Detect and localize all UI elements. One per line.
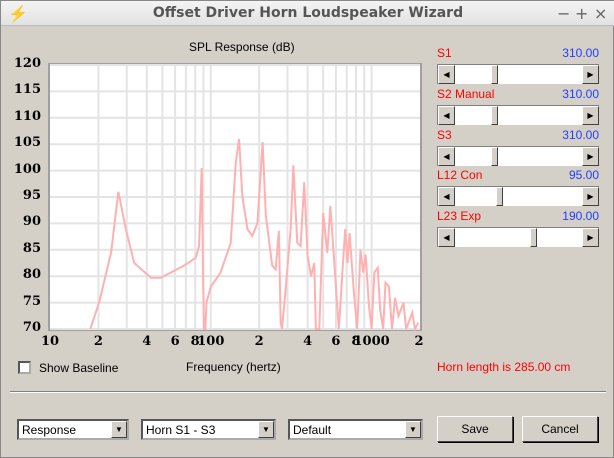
x-tick-label: 100 bbox=[197, 334, 225, 349]
cancel-button[interactable]: Cancel bbox=[522, 416, 598, 442]
y-tick-label: 105 bbox=[13, 135, 41, 151]
slider-thumb[interactable] bbox=[530, 228, 538, 248]
slider-thumb[interactable] bbox=[496, 187, 504, 207]
slider-thumb[interactable] bbox=[491, 105, 499, 125]
window-title: Offset Driver Horn Loudspeaker Wizard bbox=[152, 5, 464, 21]
x-tick-label: 2 bbox=[93, 334, 103, 349]
show-baseline-checkbox[interactable] bbox=[18, 361, 31, 374]
param-slider-s3[interactable]: ◀ ▶ bbox=[437, 145, 599, 166]
param-label-s2: S2 Manual 310.00 bbox=[437, 87, 599, 101]
maximize-button[interactable]: + bbox=[575, 4, 588, 23]
arrow-left-icon[interactable]: ◀ bbox=[438, 187, 455, 207]
save-button[interactable]: Save bbox=[437, 416, 513, 442]
arrow-left-icon[interactable]: ◀ bbox=[438, 228, 455, 248]
param-value: 310.00 bbox=[562, 46, 599, 60]
param-name: S3 bbox=[437, 127, 452, 142]
x-tick-label: 6 bbox=[170, 334, 180, 349]
y-tick-label: 70 bbox=[22, 320, 41, 335]
minimize-button[interactable]: − bbox=[557, 4, 570, 23]
param-slider-s1[interactable]: ◀ ▶ bbox=[437, 64, 599, 84]
y-tick-label: 95 bbox=[22, 188, 41, 203]
y-tick-label: 75 bbox=[22, 293, 41, 309]
arrow-left-icon[interactable]: ◀ bbox=[438, 105, 455, 125]
chart-title: SPL Response (dB) bbox=[189, 40, 295, 54]
param-label-s1: S1 310.00 bbox=[437, 46, 599, 60]
param-mode: Con bbox=[460, 168, 483, 183]
y-tick-label: 120 bbox=[13, 56, 41, 71]
slider-thumb[interactable] bbox=[491, 65, 499, 84]
param-value: 310.00 bbox=[562, 127, 599, 142]
y-tick-label: 110 bbox=[13, 108, 41, 124]
chevron-down-icon[interactable]: ▼ bbox=[111, 421, 127, 438]
arrow-left-icon[interactable]: ◀ bbox=[438, 65, 455, 84]
y-tick-label: 115 bbox=[13, 82, 41, 98]
x-tick-label: 4 bbox=[142, 334, 152, 349]
show-baseline-label[interactable]: Show Baseline bbox=[39, 361, 118, 375]
horn-select-value: Horn S1 - S3 bbox=[146, 423, 216, 437]
x-tick-label: 1000 bbox=[353, 334, 390, 349]
divider bbox=[10, 391, 606, 393]
param-value: 190.00 bbox=[562, 209, 599, 224]
param-mode: Manual bbox=[455, 86, 495, 101]
param-slider-l12[interactable]: ◀ ▶ bbox=[437, 186, 599, 207]
view-select[interactable]: Response ▼ bbox=[17, 419, 129, 440]
param-name: L12 bbox=[437, 168, 458, 183]
x-tick-label: 10 bbox=[40, 334, 60, 349]
param-label-l23: L23 Exp 190.00 bbox=[437, 209, 599, 223]
param-name: S1 bbox=[437, 46, 452, 60]
param-value: 95.00 bbox=[568, 168, 599, 183]
x-tick-label: 2 bbox=[414, 334, 424, 349]
x-tick-label: 2 bbox=[254, 334, 264, 349]
preset-select-value: Default bbox=[293, 423, 332, 437]
spl-chart bbox=[48, 63, 422, 331]
chevron-down-icon[interactable]: ▼ bbox=[258, 421, 274, 438]
y-tick-label: 85 bbox=[22, 240, 41, 256]
arrow-left-icon[interactable]: ◀ bbox=[438, 146, 455, 166]
arrow-right-icon[interactable]: ▶ bbox=[582, 65, 599, 84]
arrow-right-icon[interactable]: ▶ bbox=[582, 228, 599, 248]
param-value: 310.00 bbox=[562, 86, 599, 101]
param-mode: Exp bbox=[460, 209, 482, 224]
param-slider-s2[interactable]: ◀ ▶ bbox=[437, 104, 599, 125]
param-label-l12: L12 Con 95.00 bbox=[437, 168, 599, 182]
x-tick-label: 4 bbox=[303, 334, 313, 349]
slider-thumb[interactable] bbox=[491, 146, 499, 166]
title-bar: ⚡ Offset Driver Horn Loudspeaker Wizard … bbox=[1, 1, 614, 26]
horn-length-text: Horn length is 285.00 cm bbox=[437, 360, 571, 374]
preset-select[interactable]: Default ▼ bbox=[288, 419, 423, 440]
param-name: S2 bbox=[437, 86, 452, 101]
view-select-value: Response bbox=[22, 423, 77, 437]
y-tick-label: 80 bbox=[22, 267, 41, 283]
y-tick-label: 90 bbox=[22, 214, 41, 230]
y-tick-label: 100 bbox=[13, 161, 41, 177]
x-tick-label: 6 bbox=[331, 334, 341, 349]
x-axis-label: Frequency (hertz) bbox=[186, 360, 281, 374]
arrow-right-icon[interactable]: ▶ bbox=[582, 105, 599, 125]
param-label-s3: S3 310.00 bbox=[437, 128, 599, 142]
close-button[interactable]: × bbox=[594, 4, 607, 23]
param-slider-l23[interactable]: ◀ ▶ bbox=[437, 227, 599, 248]
param-name: L23 bbox=[437, 209, 458, 224]
arrow-right-icon[interactable]: ▶ bbox=[582, 187, 599, 207]
horn-select[interactable]: Horn S1 - S3 ▼ bbox=[141, 419, 276, 440]
arrow-right-icon[interactable]: ▶ bbox=[582, 146, 599, 166]
chevron-down-icon[interactable]: ▼ bbox=[405, 421, 421, 438]
